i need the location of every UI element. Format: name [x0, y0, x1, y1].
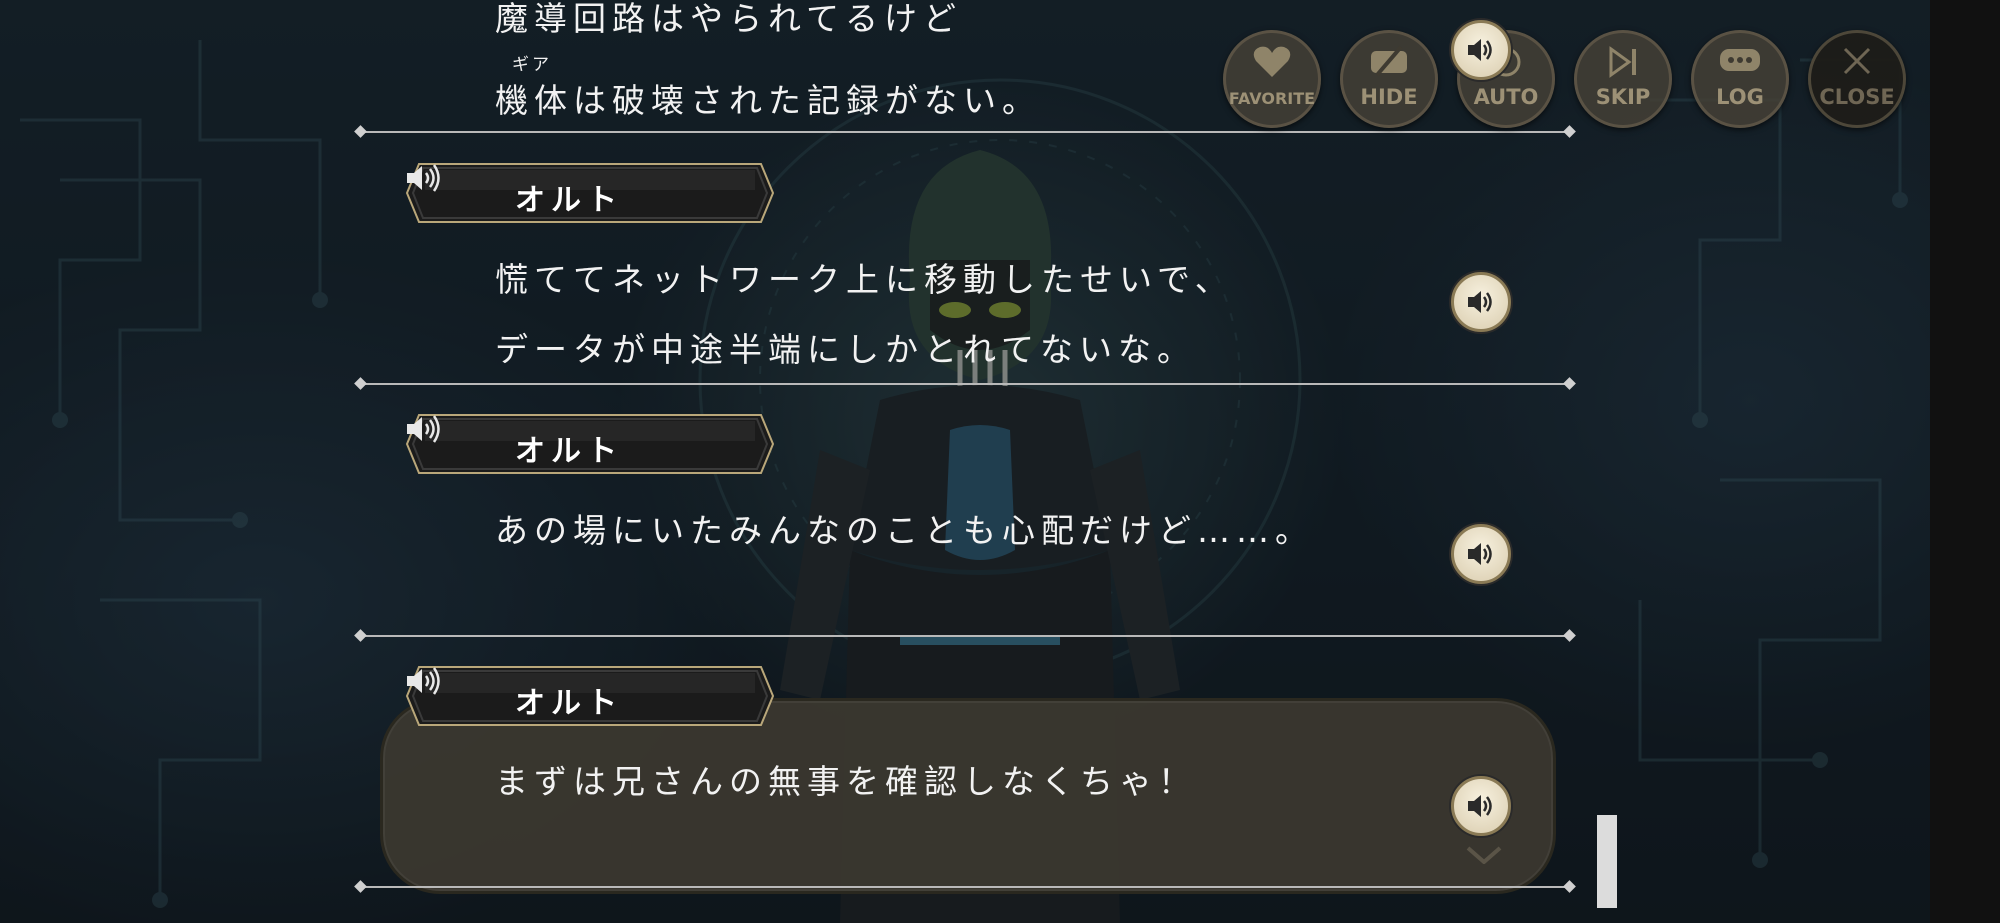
chevron-down-icon	[1466, 846, 1502, 864]
skip-icon	[1609, 46, 1636, 78]
auto-label: AUTO	[1473, 85, 1539, 109]
favorite-label: FAVORITE	[1228, 89, 1316, 108]
entry-separator	[360, 383, 1570, 385]
voice-play-button[interactable]	[1451, 776, 1511, 836]
close-button[interactable]: CLOSE	[1808, 30, 1906, 128]
log-scrollbar[interactable]	[1597, 815, 1617, 908]
speaker-nameplate: オルト	[405, 413, 775, 475]
close-icon	[1843, 47, 1871, 75]
log-text-line: あの場にいたみんなのことも心配だけど……。	[495, 511, 1314, 550]
speaker-name: オルト	[515, 183, 623, 218]
screen-edge	[1930, 0, 2000, 923]
speaker-icon	[407, 164, 440, 192]
log-text-line: 機体は破壊された記録がない。	[495, 81, 1041, 120]
hide-icon	[1371, 45, 1407, 77]
chat-bubble-icon	[1720, 49, 1760, 71]
skip-label: SKIP	[1595, 85, 1651, 109]
speaker-nameplate: オルト	[405, 162, 775, 224]
hide-label: HIDE	[1360, 85, 1418, 109]
heart-icon	[1253, 46, 1291, 77]
log-text-line: 魔導回路はやられてるけど	[495, 0, 963, 38]
speaker-icon	[407, 667, 440, 695]
voice-icon	[1468, 795, 1492, 817]
log-button[interactable]: LOG	[1691, 30, 1789, 128]
speaker-name: オルト	[515, 434, 623, 469]
entry-separator	[360, 886, 1570, 888]
speaker-nameplate: オルト	[405, 665, 775, 727]
skip-button[interactable]: SKIP	[1574, 30, 1672, 128]
favorite-button[interactable]: FAVORITE	[1223, 30, 1321, 128]
log-text-line: 慌ててネットワーク上に移動したせいで、	[495, 260, 1234, 299]
voice-icon	[1468, 291, 1492, 313]
entry-separator	[360, 131, 1570, 133]
voice-play-button[interactable]	[1451, 524, 1511, 584]
log-label: LOG	[1716, 85, 1764, 109]
voice-icon	[1468, 543, 1492, 565]
log-text-line: まずは兄さんの無事を確認しなくちゃ！	[495, 762, 1197, 801]
speaker-name: オルト	[515, 686, 623, 721]
entry-separator	[360, 635, 1570, 637]
voice-play-button[interactable]	[1451, 272, 1511, 332]
voice-play-button[interactable]	[1451, 20, 1511, 80]
close-label: CLOSE	[1819, 85, 1895, 109]
hide-button[interactable]: HIDE	[1340, 30, 1438, 128]
voice-icon	[1468, 39, 1492, 61]
log-text-line: データが中途半端にしかとれてないな。	[495, 330, 1197, 369]
ruby-annotation: ギア	[512, 55, 552, 75]
speaker-icon	[407, 415, 440, 443]
